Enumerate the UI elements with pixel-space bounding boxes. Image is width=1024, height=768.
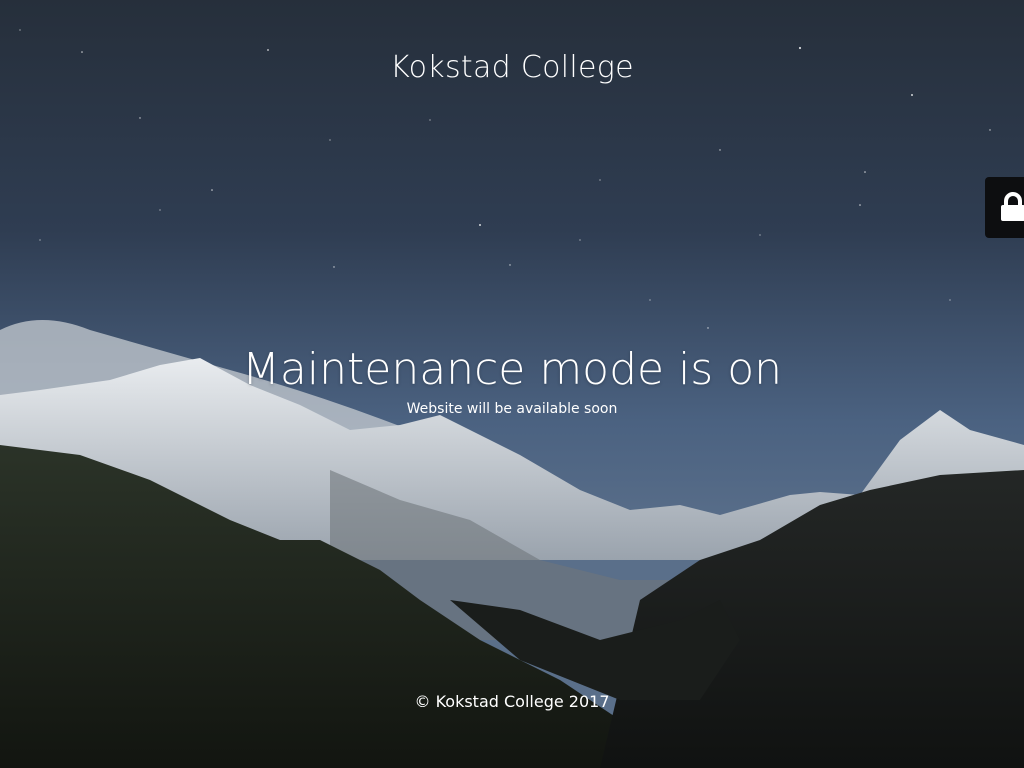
lock-icon [1001, 192, 1024, 221]
maintenance-page: Kokstad College Maintenance mode is on W… [0, 0, 1024, 768]
maintenance-subline: Website will be available soon [406, 401, 618, 417]
maintenance-headline: Maintenance mode is on [241, 344, 783, 395]
footer-copyright: © Kokstad College 2017 [414, 692, 610, 711]
site-title: Kokstad College [390, 50, 634, 85]
login-button[interactable] [985, 177, 1024, 238]
